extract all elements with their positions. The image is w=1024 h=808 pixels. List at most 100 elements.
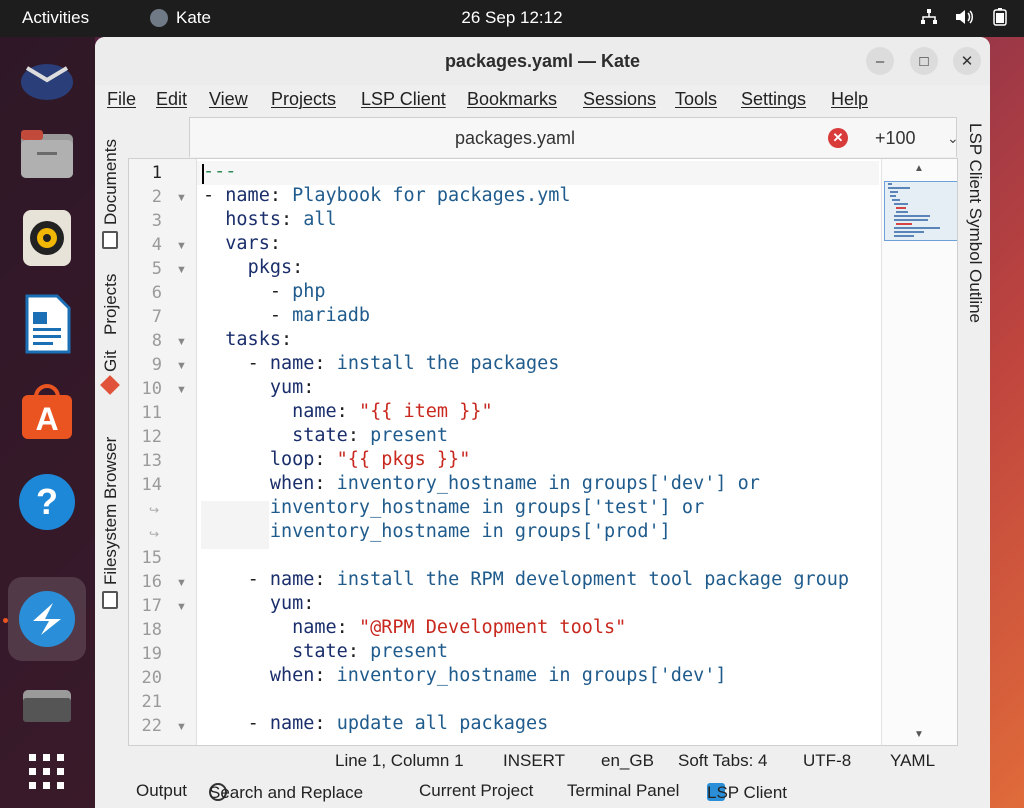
menu-file[interactable]: File <box>107 89 136 110</box>
dock-help[interactable]: ? <box>16 471 78 533</box>
code-editor[interactable]: 1 2 3 4 5 6 7 8 9 10 11 12 13 14 ↪ ↪ 15 … <box>128 158 958 746</box>
hidden-tabs-count[interactable]: +100 <box>875 128 916 149</box>
code-line-17: yum: <box>203 593 314 614</box>
scroll-up-icon[interactable]: ▲ <box>914 163 924 174</box>
fold-arrow-icon[interactable]: ▼ <box>176 240 187 252</box>
line-number: 13 <box>129 451 162 471</box>
filesystem-icon <box>102 591 118 609</box>
code-line-14: when: inventory_hostname in groups['dev'… <box>203 473 760 494</box>
code-line-14-wrap-2: inventory_hostname in groups['prod'] <box>203 521 671 542</box>
menu-bar: File Edit View Projects LSP Client Bookm… <box>95 89 990 115</box>
fold-arrow-icon[interactable]: ▼ <box>176 384 187 396</box>
menu-bookmarks[interactable]: Bookmarks <box>467 89 557 110</box>
line-number: 10 <box>129 379 162 399</box>
dock-files[interactable] <box>16 123 78 185</box>
tool-terminal[interactable]: Terminal Panel <box>567 781 679 801</box>
clock[interactable]: 26 Sep 12:12 <box>461 8 562 27</box>
minimize-button[interactable]: – <box>866 47 894 75</box>
code-line-7: - mariadb <box>203 305 370 326</box>
line-number: 3 <box>129 211 162 231</box>
writer-icon <box>23 294 71 354</box>
fold-arrow-icon[interactable]: ▼ <box>176 336 187 348</box>
folder-icon <box>19 128 75 180</box>
sidebar-tab-filesystem[interactable]: Filesystem Browser <box>101 437 121 585</box>
cursor-position[interactable]: Line 1, Column 1 <box>335 751 464 771</box>
tab-packages-yaml[interactable]: packages.yaml <box>190 128 840 149</box>
svg-text:A: A <box>35 401 58 437</box>
menu-help[interactable]: Help <box>831 89 868 110</box>
menu-edit[interactable]: Edit <box>156 89 187 110</box>
code-line-5: pkgs: <box>203 257 303 278</box>
disk-icon <box>21 686 73 726</box>
file-encoding[interactable]: UTF-8 <box>803 751 851 771</box>
tool-current-project[interactable]: Current Project <box>419 781 533 801</box>
dictionary-language[interactable]: en_GB <box>601 751 654 771</box>
menu-settings[interactable]: Settings <box>741 89 806 110</box>
line-number: 20 <box>129 668 162 688</box>
dock-app-center[interactable]: A <box>16 381 78 443</box>
minimap-line <box>894 203 908 205</box>
documents-icon <box>102 231 118 249</box>
menu-view[interactable]: View <box>209 89 248 110</box>
system-tray[interactable] <box>920 8 1010 31</box>
app-menu[interactable]: Kate <box>150 8 211 28</box>
fold-arrow-icon[interactable]: ▼ <box>176 192 187 204</box>
wrap-marker-icon: ↪ <box>149 527 159 541</box>
top-bar: Activities Kate 26 Sep 12:12 <box>0 0 1024 37</box>
activities-button[interactable]: Activities <box>22 8 89 28</box>
minimap-scrollbar[interactable]: ▲ ▼ <box>881 159 958 746</box>
code-line-12: state: present <box>203 425 448 446</box>
dock-mail[interactable] <box>16 47 78 109</box>
line-number: 2 <box>129 187 162 207</box>
minimap-line <box>894 231 924 233</box>
fold-arrow-icon[interactable]: ▼ <box>176 577 187 589</box>
menu-tools[interactable]: Tools <box>675 89 717 110</box>
line-number: 16 <box>129 572 162 592</box>
line-number-gutter[interactable]: 1 2 3 4 5 6 7 8 9 10 11 12 13 14 ↪ ↪ 15 … <box>129 159 197 746</box>
fold-arrow-icon[interactable]: ▼ <box>176 601 187 613</box>
code-line-6: - php <box>203 281 326 302</box>
syntax-mode[interactable]: YAML <box>890 751 935 771</box>
code-line-14-wrap-1: inventory_hostname in groups['test'] or <box>203 497 704 518</box>
volume-icon <box>954 8 974 31</box>
code-line-3: hosts: all <box>203 209 337 230</box>
tool-output[interactable]: Output <box>136 781 187 801</box>
current-line-highlight <box>197 161 879 185</box>
code-line-22: - name: update all packages <box>203 713 548 734</box>
svg-text:?: ? <box>36 481 58 522</box>
sidebar-tab-git[interactable]: Git <box>101 350 121 372</box>
tool-view-bar: Output Search and Replace Current Projec… <box>95 779 990 807</box>
code-line-8: tasks: <box>203 329 292 350</box>
code-line-10: yum: <box>203 377 314 398</box>
app-center-icon: A <box>18 383 76 441</box>
menu-lsp-client[interactable]: LSP Client <box>361 89 446 110</box>
code-line-11: name: "{{ item }}" <box>203 401 493 422</box>
sidebar-tab-symbol-outline[interactable]: LSP Client Symbol Outline <box>965 123 985 323</box>
fold-arrow-icon[interactable]: ▼ <box>176 360 187 372</box>
dock: A ? <box>0 37 95 808</box>
sidebar-tab-projects[interactable]: Projects <box>101 274 121 335</box>
menu-projects[interactable]: Projects <box>271 89 336 110</box>
tab-close-icon[interactable]: ✕ <box>828 128 848 148</box>
fold-arrow-icon[interactable]: ▼ <box>176 721 187 733</box>
tab-dropdown-icon[interactable]: ⌄ <box>947 130 959 147</box>
indentation-setting[interactable]: Soft Tabs: 4 <box>678 751 767 771</box>
close-button[interactable]: ✕ <box>953 47 981 75</box>
line-number: 6 <box>129 283 162 303</box>
line-number: 12 <box>129 427 162 447</box>
dock-disk[interactable] <box>16 675 78 737</box>
line-number: 11 <box>129 403 162 423</box>
line-number: 9 <box>129 355 162 375</box>
dock-rhythmbox[interactable] <box>16 207 78 269</box>
menu-sessions[interactable]: Sessions <box>583 89 656 110</box>
dock-writer[interactable] <box>16 293 78 355</box>
dock-kate[interactable] <box>8 577 86 661</box>
fold-arrow-icon[interactable]: ▼ <box>176 264 187 276</box>
kate-app-icon <box>150 9 168 27</box>
title-bar[interactable]: packages.yaml — Kate – □ ✕ <box>95 37 990 85</box>
maximize-button[interactable]: □ <box>910 47 938 75</box>
input-mode[interactable]: INSERT <box>503 751 565 771</box>
sidebar-tab-documents[interactable]: Documents <box>101 139 121 225</box>
scroll-down-icon[interactable]: ▼ <box>914 729 924 740</box>
dock-show-apps[interactable] <box>16 741 78 803</box>
